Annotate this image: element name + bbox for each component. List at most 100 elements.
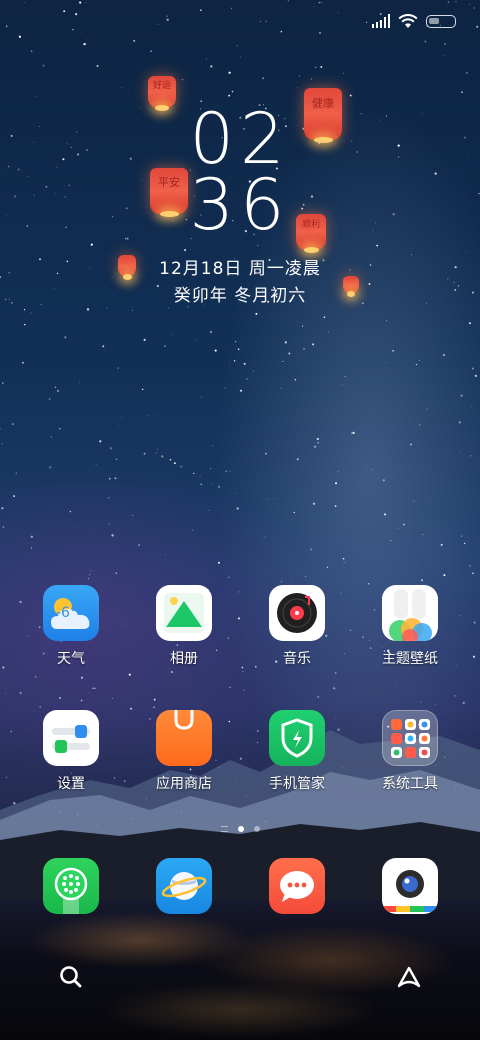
star: [302, 325, 304, 327]
star: [384, 362, 386, 363]
star: [392, 349, 394, 352]
star: [164, 345, 166, 348]
dock-messages[interactable]: [249, 858, 345, 914]
star: [1, 443, 3, 445]
themes-icon: [382, 585, 438, 641]
star: [458, 421, 461, 424]
star: [54, 386, 57, 389]
dock-phone[interactable]: [23, 858, 119, 914]
app-weather[interactable]: -6° 天气: [23, 585, 119, 668]
star: [337, 471, 339, 473]
star: [292, 811, 294, 813]
app-label: 音乐: [283, 651, 311, 667]
star: [115, 458, 118, 461]
star: [468, 322, 471, 325]
star: [18, 35, 22, 38]
star: [460, 394, 463, 397]
star: [169, 458, 172, 461]
dock-camera[interactable]: [362, 858, 458, 914]
star: [166, 15, 168, 17]
app-drawer-button[interactable]: [394, 962, 424, 992]
star: [90, 570, 92, 572]
star: [187, 306, 189, 308]
star: [89, 574, 91, 576]
star: [465, 751, 466, 753]
star: [231, 90, 234, 93]
star: [229, 470, 231, 472]
star: [343, 561, 345, 564]
star: [236, 45, 238, 47]
star: [352, 431, 355, 435]
browser-icon: [156, 858, 212, 914]
star: [210, 65, 213, 68]
star: [107, 496, 110, 499]
dock-browser[interactable]: [136, 858, 232, 914]
star: [58, 803, 60, 805]
star: [165, 554, 166, 556]
star: [217, 561, 220, 564]
star: [459, 744, 461, 746]
app-settings[interactable]: 设置: [23, 710, 119, 793]
star: [334, 505, 337, 507]
star: [6, 25, 8, 27]
star: [386, 320, 388, 322]
camera-icon: [382, 858, 438, 914]
date-text: 12月18日 周一凌晨: [159, 259, 321, 279]
star: [310, 78, 313, 80]
app-system-tools-folder[interactable]: 系统工具: [362, 710, 458, 793]
star: [265, 452, 267, 455]
page-indicator-dot: [253, 826, 260, 832]
star: [153, 698, 156, 701]
star: [85, 1, 87, 3]
app-security[interactable]: 手机管家: [249, 710, 345, 793]
star: [74, 526, 75, 527]
star: [460, 452, 461, 454]
star: [296, 458, 299, 461]
star: [312, 343, 315, 346]
star: [447, 1, 450, 3]
app-label: 系统工具: [382, 776, 438, 792]
app-label: 主题壁纸: [382, 651, 438, 667]
star: [166, 18, 169, 21]
app-label: 手机管家: [269, 776, 325, 792]
star: [324, 832, 326, 834]
star: [111, 534, 114, 537]
star: [153, 706, 155, 709]
star: [31, 547, 33, 549]
star: [219, 815, 222, 818]
star: [465, 71, 468, 75]
star: [323, 316, 326, 319]
search-button[interactable]: [56, 962, 86, 992]
star: [79, 1, 82, 4]
app-themes[interactable]: 主题壁纸: [362, 585, 458, 668]
star: [192, 529, 194, 531]
star: [21, 361, 24, 364]
star: [0, 860, 3, 862]
app-gallery[interactable]: 相册: [136, 585, 232, 668]
star: [114, 398, 116, 400]
page-indicator-dot-active: [237, 826, 244, 832]
star: [71, 810, 72, 812]
star: [265, 20, 267, 22]
star: [415, 363, 418, 366]
star: [398, 528, 400, 530]
app-store[interactable]: 应用商店: [136, 710, 232, 793]
weather-temp: -6°: [56, 605, 77, 621]
star: [240, 389, 243, 392]
star: [225, 470, 228, 473]
star: [443, 574, 446, 577]
app-music[interactable]: 音乐: [249, 585, 345, 668]
star: [58, 696, 62, 700]
page-indicator[interactable]: [0, 826, 480, 832]
star: [58, 810, 61, 813]
star: [310, 852, 312, 854]
star: [108, 523, 110, 525]
security-icon: [269, 710, 325, 766]
star: [1, 507, 4, 510]
app-label: 应用商店: [156, 776, 212, 792]
star: [474, 374, 478, 378]
star: [131, 817, 134, 820]
star: [420, 701, 422, 703]
star: [422, 534, 424, 536]
star: [320, 2, 322, 4]
